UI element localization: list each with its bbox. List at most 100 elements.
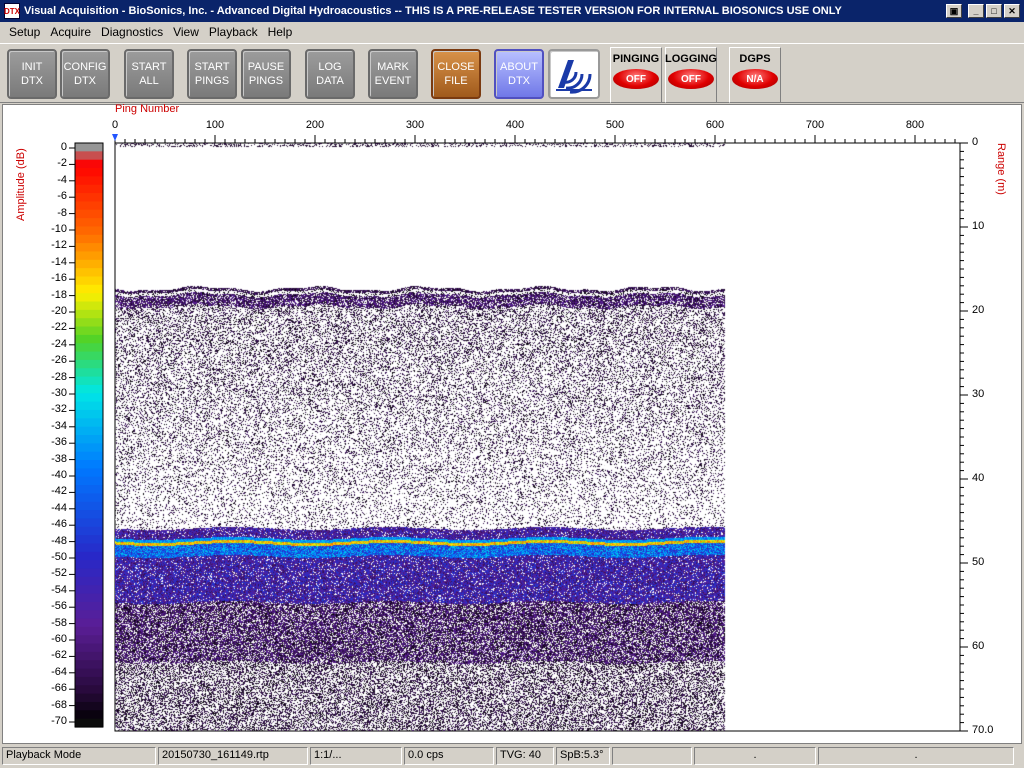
colorbar-segment <box>75 610 103 620</box>
colorbar-segment <box>75 209 103 219</box>
echogram-image[interactable] <box>115 143 727 731</box>
colorbar-segment <box>75 418 103 428</box>
menu-diagnostics[interactable]: Diagnostics <box>96 25 168 39</box>
colorbar-segment <box>75 585 103 595</box>
minimize-button[interactable]: _ <box>968 4 984 18</box>
colorbar-segment <box>75 351 103 361</box>
colorbar-segment <box>75 551 103 561</box>
colorbar-segment <box>75 159 103 169</box>
start-pings-button[interactable]: START PINGS <box>187 49 237 99</box>
colorbar-segment <box>75 468 103 478</box>
start-all-button[interactable]: START ALL <box>124 49 174 99</box>
close-icon: ✕ <box>1008 5 1016 16</box>
colorbar-segment <box>75 368 103 378</box>
close-file-button[interactable]: CLOSE FILE <box>431 49 481 99</box>
dgps-status-led: N/A <box>732 69 778 89</box>
colorbar-segment <box>75 326 103 336</box>
colorbar-segment <box>75 601 103 611</box>
colorbar-segment <box>75 718 103 728</box>
colorbar-segment <box>75 268 103 278</box>
colorbar-segment <box>75 318 103 328</box>
about-dtx-button[interactable]: ABOUT DTX <box>494 49 544 99</box>
restore-button[interactable]: ▣ <box>946 4 962 18</box>
colorbar-segment <box>75 251 103 261</box>
colorbar-segment <box>75 710 103 720</box>
status-bar: Playback Mode 20150730_161149.rtp 1:1/..… <box>0 745 1024 768</box>
status-tvg: TVG: 40 <box>496 747 554 765</box>
colorbar-segment <box>75 284 103 294</box>
colorbar-segment <box>75 384 103 394</box>
pinging-status-led: OFF <box>613 69 659 89</box>
title-bar[interactable]: DTX Visual Acquisition - BioSonics, Inc.… <box>0 0 1024 22</box>
menu-acquire[interactable]: Acquire <box>45 25 96 39</box>
colorbar-segment <box>75 476 103 486</box>
colorbar-segment <box>75 535 103 545</box>
colorbar-segment <box>75 143 103 152</box>
maximize-button[interactable]: □ <box>986 4 1002 18</box>
colorbar-segment <box>75 626 103 636</box>
colorbar-segment <box>75 401 103 411</box>
colorbar-segment <box>75 543 103 553</box>
colorbar-segment <box>75 593 103 603</box>
colorbar-segment <box>75 460 103 469</box>
app-icon: DTX <box>4 3 20 19</box>
status-cell-7 <box>612 747 692 765</box>
colorbar-segment <box>75 701 103 711</box>
colorbar-segment <box>75 485 103 494</box>
menu-help[interactable]: Help <box>263 25 298 39</box>
colorbar-segment <box>75 518 103 528</box>
colorbar-segment <box>75 685 103 695</box>
colorbar-segment <box>75 393 103 403</box>
biosonics-logo-button[interactable] <box>548 49 600 99</box>
colorbar-segment <box>75 301 103 311</box>
colorbar-segment <box>75 151 103 161</box>
colorbar-segment <box>75 426 103 436</box>
status-cell-8: . <box>694 747 816 765</box>
maximize-icon: □ <box>991 6 997 16</box>
mark-event-button[interactable]: MARK EVENT <box>368 49 418 99</box>
colorbar-segment <box>75 668 103 678</box>
colorbar-segment <box>75 193 103 202</box>
colorbar-segment <box>75 293 103 303</box>
colorbar-segment <box>75 334 103 344</box>
colorbar-segment <box>75 618 103 628</box>
colorbar-segment <box>75 409 103 419</box>
colorbar-segment <box>75 560 103 570</box>
menu-view[interactable]: View <box>168 25 204 39</box>
colorbar-segment <box>75 184 103 194</box>
colorbar-segment <box>75 451 103 461</box>
colorbar-segment <box>75 359 103 369</box>
colorbar-segment <box>75 376 103 386</box>
colorbar-segment <box>75 168 103 177</box>
logging-indicator: LOGGING OFF <box>665 47 717 103</box>
close-button[interactable]: ✕ <box>1004 4 1020 18</box>
colorbar-segment <box>75 493 103 503</box>
colorbar-segment <box>75 226 103 236</box>
echogram-panel: Ping Number Amplitude (dB) Range (m) 0 -2… <box>2 103 1022 744</box>
config-dtx-button[interactable]: CONFIG DTX <box>60 49 110 99</box>
status-filename: 20150730_161149.rtp <box>158 747 308 765</box>
colorbar-segment <box>75 343 103 353</box>
pinging-indicator: PINGING OFF <box>610 47 662 103</box>
status-cps: 0.0 cps <box>404 747 494 765</box>
init-dtx-button[interactable]: INIT DTX <box>7 49 57 99</box>
colorbar-segment <box>75 676 103 686</box>
menu-setup[interactable]: Setup <box>4 25 45 39</box>
colorbar-segment <box>75 660 103 670</box>
biosonics-logo-icon <box>556 60 592 94</box>
status-cell-9: . <box>818 747 1014 765</box>
pause-pings-button[interactable]: PAUSE PINGS <box>241 49 291 99</box>
dgps-indicator: DGPS N/A <box>729 47 781 103</box>
ping-cursor-icon[interactable] <box>112 134 118 141</box>
colorbar-segment <box>75 201 103 211</box>
dgps-label: DGPS <box>739 53 771 65</box>
colorbar-segment <box>75 259 103 269</box>
colorbar-segment <box>75 176 103 186</box>
status-ratio: 1:1/... <box>310 747 402 765</box>
colorbar-segment <box>75 526 103 536</box>
colorbar-segment <box>75 643 103 653</box>
colorbar-segment <box>75 635 103 645</box>
menu-playback[interactable]: Playback <box>204 25 263 39</box>
log-data-button[interactable]: LOG DATA <box>305 49 355 99</box>
colorbar-segment <box>75 276 103 286</box>
